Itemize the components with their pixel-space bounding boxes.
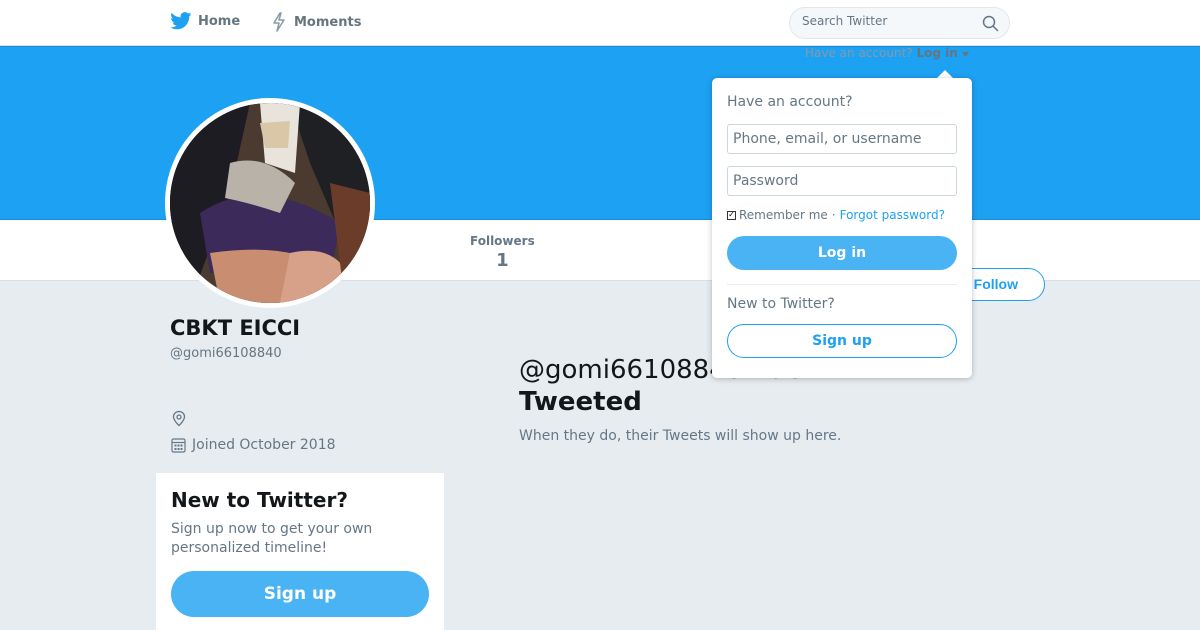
top-navigation-bar: Home Moments	[0, 0, 1200, 46]
empty-timeline-subtitle: When they do, their Tweets will show up …	[519, 428, 842, 444]
lightning-icon	[273, 12, 285, 32]
login-dropdown: Have an account? ✓ Remember me · Forgot …	[712, 78, 972, 378]
search-input[interactable]	[802, 14, 972, 28]
password-field[interactable]	[727, 166, 957, 196]
nav-moments-label: Moments	[294, 14, 362, 30]
forgot-password-link[interactable]: Forgot password?	[840, 208, 945, 222]
followers-count: 1	[496, 250, 509, 271]
remember-me-label[interactable]: Remember me	[739, 208, 828, 222]
twitter-bird-icon	[170, 12, 192, 30]
calendar-icon	[171, 438, 186, 453]
dropdown-question: Have an account?	[727, 94, 853, 110]
nav-home-label: Home	[198, 13, 241, 29]
remember-me-checkbox[interactable]: ✓	[727, 210, 736, 220]
profile-joined-date: Joined October 2018	[171, 437, 336, 453]
username-field[interactable]	[727, 124, 957, 154]
nav-moments-link[interactable]: Moments	[270, 12, 361, 32]
followers-stat[interactable]: Followers 1	[470, 234, 535, 271]
remember-separator: ·	[831, 208, 836, 222]
login-button[interactable]: Log in	[727, 236, 957, 270]
search-icon[interactable]	[982, 15, 999, 32]
caret-down-icon	[961, 52, 969, 57]
dropdown-signup-button[interactable]: Sign up	[727, 324, 957, 358]
profile-location	[171, 410, 187, 431]
remember-row: ✓ Remember me · Forgot password?	[727, 208, 945, 222]
signup-card: New to Twitter? Sign up now to get your …	[156, 473, 444, 630]
signup-card-title: New to Twitter?	[171, 488, 348, 512]
profile-screen-name[interactable]: @gomi66108840	[170, 346, 282, 361]
empty-title-tweeted: Tweeted	[519, 387, 642, 417]
empty-title-handle: @gomi66108840	[519, 355, 743, 385]
location-pin-icon	[172, 410, 186, 427]
login-link-label: Log in	[916, 46, 958, 60]
signup-card-button[interactable]: Sign up	[171, 571, 429, 617]
followers-label: Followers	[470, 234, 535, 248]
avatar[interactable]	[165, 98, 375, 308]
signup-card-text: Sign up now to get your own personalized…	[171, 521, 373, 556]
profile-fullname[interactable]: CBKT EICCI	[170, 316, 300, 340]
dropdown-new-to-twitter: New to Twitter?	[727, 296, 835, 312]
joined-text: Joined October 2018	[192, 437, 336, 453]
have-account-text: Have an account?	[805, 46, 913, 60]
nav-home-link[interactable]: Home	[170, 12, 240, 30]
avatar-image	[170, 103, 370, 303]
dropdown-divider	[727, 284, 957, 285]
login-dropdown-toggle[interactable]: Log in	[916, 46, 969, 60]
search-box	[789, 7, 1010, 39]
have-account-prompt: Have an account? Log in	[805, 46, 969, 60]
